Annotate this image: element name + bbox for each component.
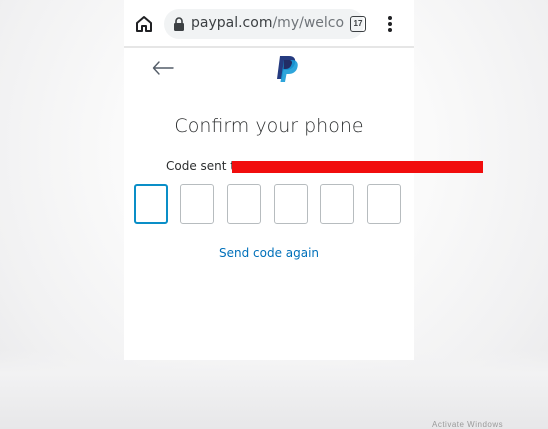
url-text: paypal.com/my/welco xyxy=(191,15,344,31)
watermark: Activate Windows xyxy=(432,420,504,429)
back-arrow-icon[interactable] xyxy=(152,61,174,75)
more-options-icon[interactable] xyxy=(387,15,393,33)
send-code-again-link[interactable]: Send code again xyxy=(124,246,414,260)
home-icon[interactable] xyxy=(134,14,154,34)
url-host: paypal.com xyxy=(191,15,273,31)
browser-toolbar: paypal.com/my/welco 17 xyxy=(124,0,414,48)
otp-digit-1[interactable] xyxy=(134,184,168,224)
otp-digit-6[interactable] xyxy=(367,184,401,224)
paypal-logo-icon xyxy=(277,56,298,82)
otp-digit-5[interactable] xyxy=(320,184,354,224)
phone-screen: paypal.com/my/welco 17 Confirm your phon… xyxy=(124,0,483,360)
bottom-fade xyxy=(0,350,548,429)
lock-icon xyxy=(174,17,184,31)
tab-switcher-button[interactable]: 17 xyxy=(350,16,366,32)
code-sent-text: Code sent to xyxy=(166,159,243,173)
otp-digit-4[interactable] xyxy=(274,184,308,224)
otp-digit-3[interactable] xyxy=(227,184,261,224)
otp-digit-2[interactable] xyxy=(180,184,214,224)
url-path: /my/welco xyxy=(272,15,345,31)
address-bar[interactable]: paypal.com/my/welco xyxy=(164,9,364,39)
redaction-bar xyxy=(232,161,483,173)
page-title: Confirm your phone xyxy=(174,115,364,137)
